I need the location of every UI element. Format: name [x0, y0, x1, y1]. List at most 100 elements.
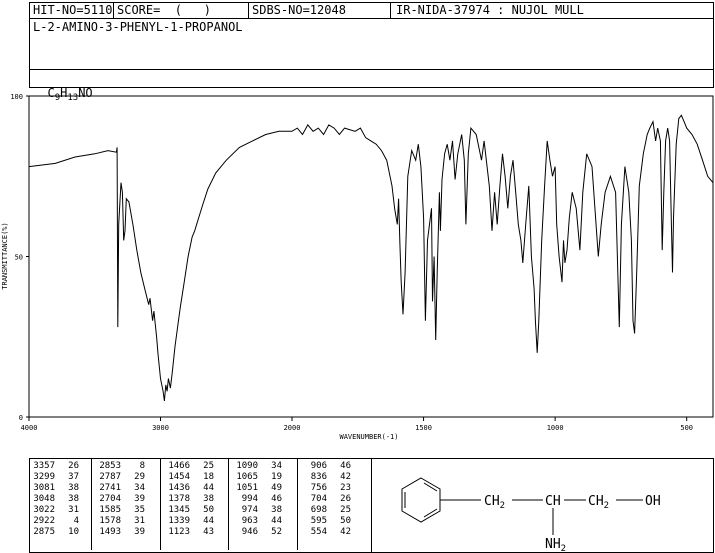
peak-transmittance: 29 — [134, 472, 145, 482]
peak-wavenumber: 1051 — [236, 483, 258, 493]
peak-transmittance: 50 — [203, 505, 214, 515]
peak-wavenumber: 906 — [310, 461, 327, 471]
peak-transmittance: 25 — [203, 461, 214, 471]
y-tick-label: 100 — [10, 93, 23, 101]
peak-wavenumber: 1123 — [168, 527, 190, 537]
peak-wavenumber: 2875 — [33, 527, 55, 537]
peak-row: 554 42 — [301, 527, 351, 538]
peak-row: 1454 18 — [164, 472, 214, 483]
y-tick-label: 0 — [19, 414, 23, 422]
peak-wavenumber: 963 — [241, 516, 258, 526]
peak-row: 698 25 — [301, 505, 351, 516]
peak-wavenumber: 3048 — [33, 494, 55, 504]
peak-table-column: 2853 8 2787 29 2741 34 2704 39 1585 35 1578 31 1493 3… — [95, 461, 145, 538]
peak-row: 756 23 — [301, 483, 351, 494]
peak-row: 1378 38 — [164, 494, 214, 505]
peak-wavenumber: 595 — [310, 516, 327, 526]
peak-row: 1578 31 — [95, 516, 145, 527]
peak-transmittance: 38 — [271, 505, 282, 515]
x-tick-label: 1000 — [547, 424, 564, 432]
peak-row: 946 52 — [232, 527, 282, 538]
peak-wavenumber: 554 — [310, 527, 327, 537]
peak-wavenumber: 3022 — [33, 505, 55, 515]
peak-row: 1090 34 — [232, 461, 282, 472]
peak-row: 3081 38 — [29, 483, 79, 494]
peak-row: 2875 10 — [29, 527, 79, 538]
peak-row: 3022 31 — [29, 505, 79, 516]
peak-transmittance: 26 — [68, 461, 79, 471]
peak-transmittance: 43 — [203, 527, 214, 537]
peak-transmittance: 37 — [68, 472, 79, 482]
peak-transmittance: 34 — [271, 461, 282, 471]
peak-transmittance: 8 — [139, 461, 145, 471]
peak-transmittance: 10 — [68, 527, 79, 537]
peak-transmittance: 38 — [68, 483, 79, 493]
x-tick-label: 1500 — [415, 424, 432, 432]
peak-row: 1123 43 — [164, 527, 214, 538]
ch2-left: CH2 — [484, 494, 505, 511]
peak-transmittance: 38 — [68, 494, 79, 504]
peak-row: 3048 38 — [29, 494, 79, 505]
peak-wavenumber: 704 — [310, 494, 327, 504]
peak-wavenumber: 1578 — [99, 516, 121, 526]
peak-wavenumber: 946 — [241, 527, 258, 537]
peak-wavenumber: 994 — [241, 494, 258, 504]
peak-transmittance: 42 — [340, 527, 351, 537]
peak-transmittance: 35 — [134, 505, 145, 515]
x-tick-label: 3000 — [152, 424, 169, 432]
peak-transmittance: 26 — [340, 494, 351, 504]
peak-transmittance: 23 — [340, 483, 351, 493]
peak-transmittance: 42 — [340, 472, 351, 482]
peak-row: 974 38 — [232, 505, 282, 516]
peak-wavenumber: 1585 — [99, 505, 121, 515]
peak-wavenumber: 1466 — [168, 461, 190, 471]
peak-row: 1466 25 — [164, 461, 214, 472]
peak-row: 2741 34 — [95, 483, 145, 494]
peak-wavenumber: 3299 — [33, 472, 55, 482]
peak-transmittance: 44 — [271, 516, 282, 526]
peak-row: 595 50 — [301, 516, 351, 527]
ch2-right: CH2 — [588, 494, 609, 511]
peak-row: 963 44 — [232, 516, 282, 527]
peak-wavenumber: 698 — [310, 505, 327, 515]
peak-wavenumber: 3081 — [33, 483, 55, 493]
peak-wavenumber: 756 — [310, 483, 327, 493]
peak-table-column: 3357 26 3299 37 3081 38 3048 38 3022 31 2922 4 2875 1… — [29, 461, 79, 538]
peak-wavenumber: 836 — [310, 472, 327, 482]
peak-row: 704 26 — [301, 494, 351, 505]
peak-row: 1339 44 — [164, 516, 214, 527]
nh2: NH2 — [545, 537, 566, 553]
peak-row: 1051 49 — [232, 483, 282, 494]
peak-table-column: 1466 25 1454 18 1436 44 1378 38 1345 50 1339 44 1123… — [164, 461, 214, 538]
peak-table-divider — [160, 458, 161, 550]
peak-row: 1493 39 — [95, 527, 145, 538]
peak-table-column: 906 46 836 42 756 23 704 26 698 25 595 50 554 42 — [301, 461, 351, 538]
peak-row: 906 46 — [301, 461, 351, 472]
peak-wavenumber: 3357 — [33, 461, 55, 471]
peak-transmittance: 46 — [340, 461, 351, 471]
peak-row: 2704 39 — [95, 494, 145, 505]
x-tick-label: 500 — [680, 424, 693, 432]
y-axis-label: TRANSMITTANCE(%) — [1, 222, 9, 289]
peak-row: 2853 8 — [95, 461, 145, 472]
peak-transmittance: 44 — [203, 483, 214, 493]
peak-wavenumber: 974 — [241, 505, 258, 515]
peak-transmittance: 52 — [271, 527, 282, 537]
peak-transmittance: 19 — [271, 472, 282, 482]
x-axis-label: WAVENUMBER(-1) — [339, 433, 398, 441]
peak-transmittance: 38 — [203, 494, 214, 504]
peak-row: 3299 37 — [29, 472, 79, 483]
peak-table: 3357 26 3299 37 3081 38 3048 38 3022 31 2922 4 2875 1… — [29, 458, 372, 551]
peak-wavenumber: 2704 — [99, 494, 121, 504]
peak-table-column: 1090 34 1065 19 1051 49 994 46 974 38 963 44 946 52 — [232, 461, 282, 538]
y-tick-label: 50 — [15, 254, 23, 262]
peak-transmittance: 4 — [73, 516, 79, 526]
peak-row: 2787 29 — [95, 472, 145, 483]
peak-row: 1065 19 — [232, 472, 282, 483]
peak-wavenumber: 1339 — [168, 516, 190, 526]
peak-table-divider — [91, 458, 92, 550]
peak-wavenumber: 1378 — [168, 494, 190, 504]
oh: OH — [645, 494, 661, 509]
peak-transmittance: 46 — [271, 494, 282, 504]
peak-transmittance: 39 — [134, 527, 145, 537]
